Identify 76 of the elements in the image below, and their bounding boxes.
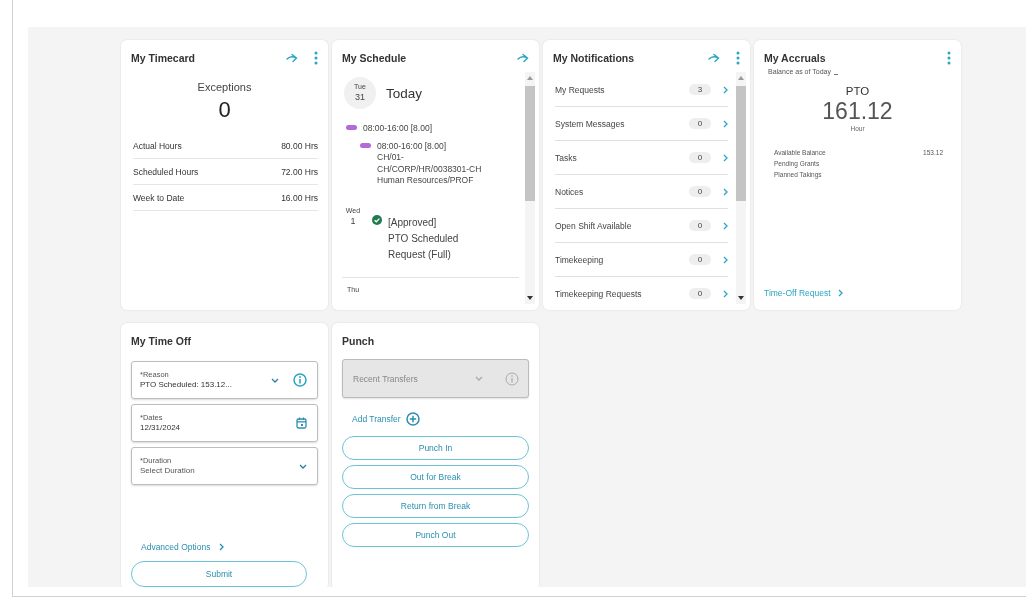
hours-label: Actual Hours: [133, 140, 182, 151]
notification-item[interactable]: System Messages 0: [555, 107, 728, 141]
hours-value: 72.00 Hrs: [281, 166, 318, 177]
scroll-down-icon: [527, 296, 533, 300]
hours-value: 16.00 Hrs: [281, 192, 318, 203]
chevron-right-icon: [723, 119, 728, 128]
advanced-options-link[interactable]: Advanced Options: [141, 542, 225, 552]
chevron-right-icon: [723, 289, 728, 298]
scroll-up-icon: [527, 76, 533, 80]
add-transfer-link[interactable]: Add Transfer: [352, 412, 420, 426]
segment-detail: CH/01-CH/CORP/HR/0038301-CH Human Resources/PROF: [377, 152, 483, 187]
count-badge: 0: [689, 220, 711, 231]
info-icon[interactable]: [293, 373, 307, 387]
scrollbar-thumb[interactable]: [525, 86, 535, 201]
hours-value: 80.00 Hrs: [281, 140, 318, 151]
count-badge: 0: [689, 254, 711, 265]
chevron-right-icon: [723, 187, 728, 196]
arrow-icon[interactable]: [517, 53, 529, 63]
chevron-right-icon: [723, 255, 728, 264]
chevron-right-icon: [723, 153, 728, 162]
count-badge: 0: [689, 288, 711, 299]
card-title: My Time Off: [131, 335, 192, 347]
notification-item[interactable]: Open Shift Available 0: [555, 209, 728, 243]
chevron-right-icon: [837, 289, 843, 297]
scroll-down-icon: [738, 296, 744, 300]
count-badge: 0: [689, 186, 711, 197]
info-icon: [505, 371, 519, 386]
submit-button[interactable]: Submit: [131, 561, 307, 587]
hours-label: Week to Date: [133, 192, 185, 203]
check-circle-icon: [372, 214, 382, 225]
punch-button[interactable]: Punch Out: [342, 523, 529, 547]
card-title: My Timecard: [131, 52, 196, 64]
punch-button[interactable]: Out for Break: [342, 465, 529, 489]
scrollbar-thumb[interactable]: [736, 86, 746, 201]
arrow-icon[interactable]: [708, 53, 720, 63]
day-heading: Today: [386, 85, 423, 101]
hours-label: Scheduled Hours: [133, 166, 199, 177]
more-icon[interactable]: [947, 51, 951, 65]
notification-item[interactable]: Timekeeping 0: [555, 243, 728, 277]
punch-button[interactable]: Punch In: [342, 436, 529, 460]
day-number: 1: [349, 215, 357, 227]
count-badge: 0: [689, 118, 711, 129]
notification-item[interactable]: Notices 0: [555, 175, 728, 209]
scroll-up-icon: [738, 76, 744, 80]
chevron-down-icon: [271, 377, 279, 383]
more-icon[interactable]: [736, 51, 740, 65]
count-badge: 3: [689, 84, 711, 95]
chevron-right-icon: [723, 221, 728, 230]
chevron-right-icon: [723, 85, 728, 94]
exceptions-count: 0: [217, 97, 232, 123]
exceptions-label: Exceptions: [196, 81, 253, 93]
chevron-down-icon: [299, 463, 307, 469]
calendar-icon: [296, 417, 307, 429]
shift-marker: [360, 143, 371, 148]
notification-item[interactable]: Tasks 0: [555, 141, 728, 175]
card-title: My Accruals: [764, 52, 827, 64]
chevron-right-icon: [219, 543, 225, 551]
notification-item[interactable]: Timekeeping Requests 0: [555, 277, 728, 310]
request-description: PTO Scheduled Request (Full): [388, 231, 460, 262]
plus-circle-icon: [405, 412, 420, 426]
chevron-down-icon: [475, 376, 483, 381]
shift-time[interactable]: 08:00-16:00 [8.00]: [363, 123, 432, 133]
notification-item[interactable]: My Requests 3: [555, 73, 728, 107]
more-icon[interactable]: [314, 51, 318, 65]
punch-button[interactable]: Return from Break: [342, 494, 529, 518]
card-title: My Notifications: [553, 52, 636, 64]
shift-marker: [346, 125, 357, 130]
arrow-icon[interactable]: [286, 53, 298, 63]
accrual-amount: 161.12: [821, 98, 894, 125]
card-title: My Schedule: [342, 52, 408, 64]
card-title: Punch: [342, 335, 376, 347]
accrual-type: PTO: [844, 85, 871, 97]
count-badge: 0: [689, 152, 711, 163]
segment-time: 08:00-16:00 [8.00]: [377, 141, 447, 153]
day-number: 31: [354, 91, 366, 103]
request-status: [Approved]: [388, 215, 438, 230]
